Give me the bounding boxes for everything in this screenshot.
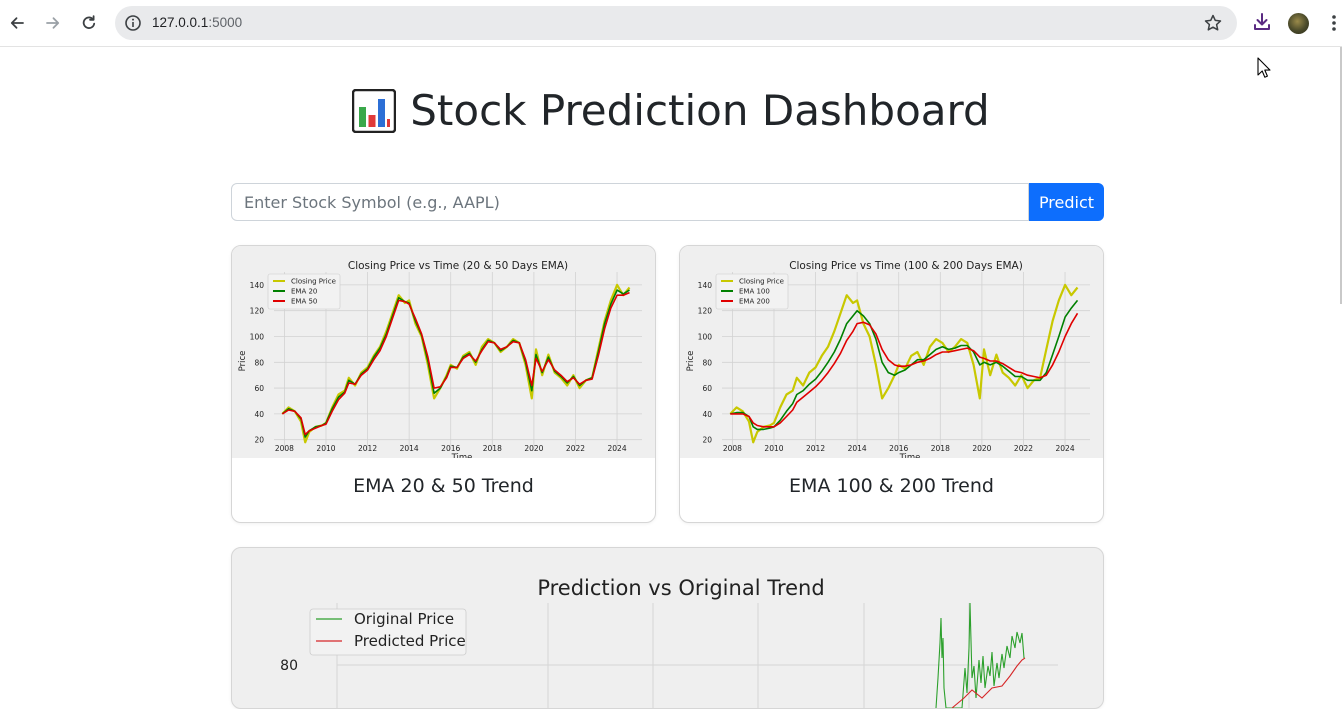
url-host: 127.0.0.1: [152, 15, 209, 30]
prediction-card: Prediction vs Original Trend 80 Original P…: [231, 547, 1104, 709]
card-caption: EMA 20 & 50 Trend: [353, 475, 534, 497]
series-line: [281, 291, 630, 436]
predict-button[interactable]: Predict: [1029, 183, 1104, 221]
x-tick-label: 2020: [972, 444, 991, 453]
x-tick-label: 2014: [848, 444, 867, 453]
chart-title: Prediction vs Original Trend: [537, 576, 824, 600]
x-tick-label: 2016: [441, 444, 460, 453]
y-tick-label: 60: [254, 384, 264, 393]
y-tick-label: 140: [250, 281, 265, 290]
x-tick-label: 2024: [1056, 444, 1075, 453]
series-line: [935, 602, 1025, 708]
bar-chart-icon: [352, 88, 397, 133]
page-title: Stock Prediction Dashboard: [0, 86, 1342, 135]
y-tick-label: 60: [702, 384, 712, 393]
legend-label: Closing Price: [291, 278, 336, 286]
download-icon[interactable]: [1251, 11, 1275, 35]
x-tick-label: 2018: [483, 444, 502, 453]
x-tick-label: 2018: [931, 444, 950, 453]
ema-100-200-card: Closing Price vs Time (100 & 200 Days EM…: [679, 245, 1104, 523]
x-tick-label: 2024: [608, 444, 627, 453]
ema-100-200-chart-image: Closing Price vs Time (100 & 200 Days EM…: [680, 246, 1103, 458]
search-form: Predict: [231, 183, 1104, 221]
mouse-cursor-icon: [1257, 57, 1271, 78]
ema-20-50-chart-image: Closing Price vs Time (20 & 50 Days EMA)…: [232, 246, 655, 458]
ema-20-50-chart: Closing Price vs Time (20 & 50 Days EMA)…: [238, 260, 642, 458]
y-tick-label: 40: [702, 410, 712, 419]
legend-label: EMA 50: [291, 298, 317, 306]
browser-toolbar: 127.0.0.1:5000: [0, 0, 1342, 47]
ema-20-50-card: Closing Price vs Time (20 & 50 Days EMA)…: [231, 245, 656, 523]
x-tick-label: 2020: [524, 444, 543, 453]
page-title-text: Stock Prediction Dashboard: [410, 86, 990, 135]
y-tick-label: 20: [702, 436, 712, 445]
reload-icon[interactable]: [77, 11, 101, 35]
y-tick-label: 20: [254, 436, 264, 445]
address-bar[interactable]: 127.0.0.1:5000: [115, 6, 1237, 40]
y-tick-label: 80: [254, 358, 264, 367]
series-line: [281, 289, 630, 438]
legend-label: EMA 200: [739, 298, 770, 306]
y-tick-label: 100: [250, 332, 265, 341]
x-axis-label: Time: [451, 453, 473, 458]
legend-label: Predicted Price: [354, 632, 466, 650]
ema-100-200-chart: Closing Price vs Time (100 & 200 Days EM…: [686, 260, 1090, 458]
stock-symbol-input[interactable]: [231, 183, 1029, 221]
x-tick-label: 2016: [889, 444, 908, 453]
site-info-icon[interactable]: [124, 14, 142, 32]
forward-icon[interactable]: [41, 11, 65, 35]
y-tick-label: 40: [254, 410, 264, 419]
back-icon[interactable]: [5, 11, 29, 35]
x-tick-label: 2014: [400, 444, 419, 453]
x-tick-label: 2022: [1014, 444, 1033, 453]
bookmark-star-icon[interactable]: [1203, 13, 1223, 33]
series-line: [730, 299, 1079, 431]
x-tick-label: 2008: [275, 444, 294, 453]
profile-avatar[interactable]: [1288, 13, 1309, 34]
y-axis-label: Price: [686, 351, 696, 372]
url-port: :5000: [208, 15, 243, 30]
x-axis-label: Time: [899, 453, 921, 458]
x-tick-label: 2022: [566, 444, 585, 453]
y-tick-label: 120: [698, 307, 713, 316]
y-tick-label: 120: [250, 307, 265, 316]
prediction-chart: Prediction vs Original Trend 80 Original P…: [280, 576, 1058, 708]
legend-label: EMA 20: [291, 288, 317, 296]
x-tick-label: 2010: [316, 444, 335, 453]
chart-title: Closing Price vs Time (100 & 200 Days EM…: [789, 260, 1023, 272]
y-tick-label: 140: [698, 281, 713, 290]
url-text[interactable]: 127.0.0.1:5000: [152, 15, 242, 30]
legend-label: Closing Price: [739, 278, 784, 286]
y-tick-label: 100: [698, 332, 713, 341]
x-tick-label: 2010: [764, 444, 783, 453]
x-tick-label: 2012: [358, 444, 377, 453]
card-caption: EMA 100 & 200 Trend: [789, 475, 994, 497]
legend-label: Original Price: [354, 610, 454, 628]
y-tick-label: 80: [702, 358, 712, 367]
y-tick-label: 80: [280, 658, 298, 674]
more-menu-icon[interactable]: [1326, 12, 1342, 34]
chart-title: Closing Price vs Time (20 & 50 Days EMA): [348, 260, 568, 272]
x-tick-label: 2008: [723, 444, 742, 453]
x-tick-label: 2012: [806, 444, 825, 453]
y-axis-label: Price: [238, 351, 248, 372]
legend-label: EMA 100: [739, 288, 770, 296]
